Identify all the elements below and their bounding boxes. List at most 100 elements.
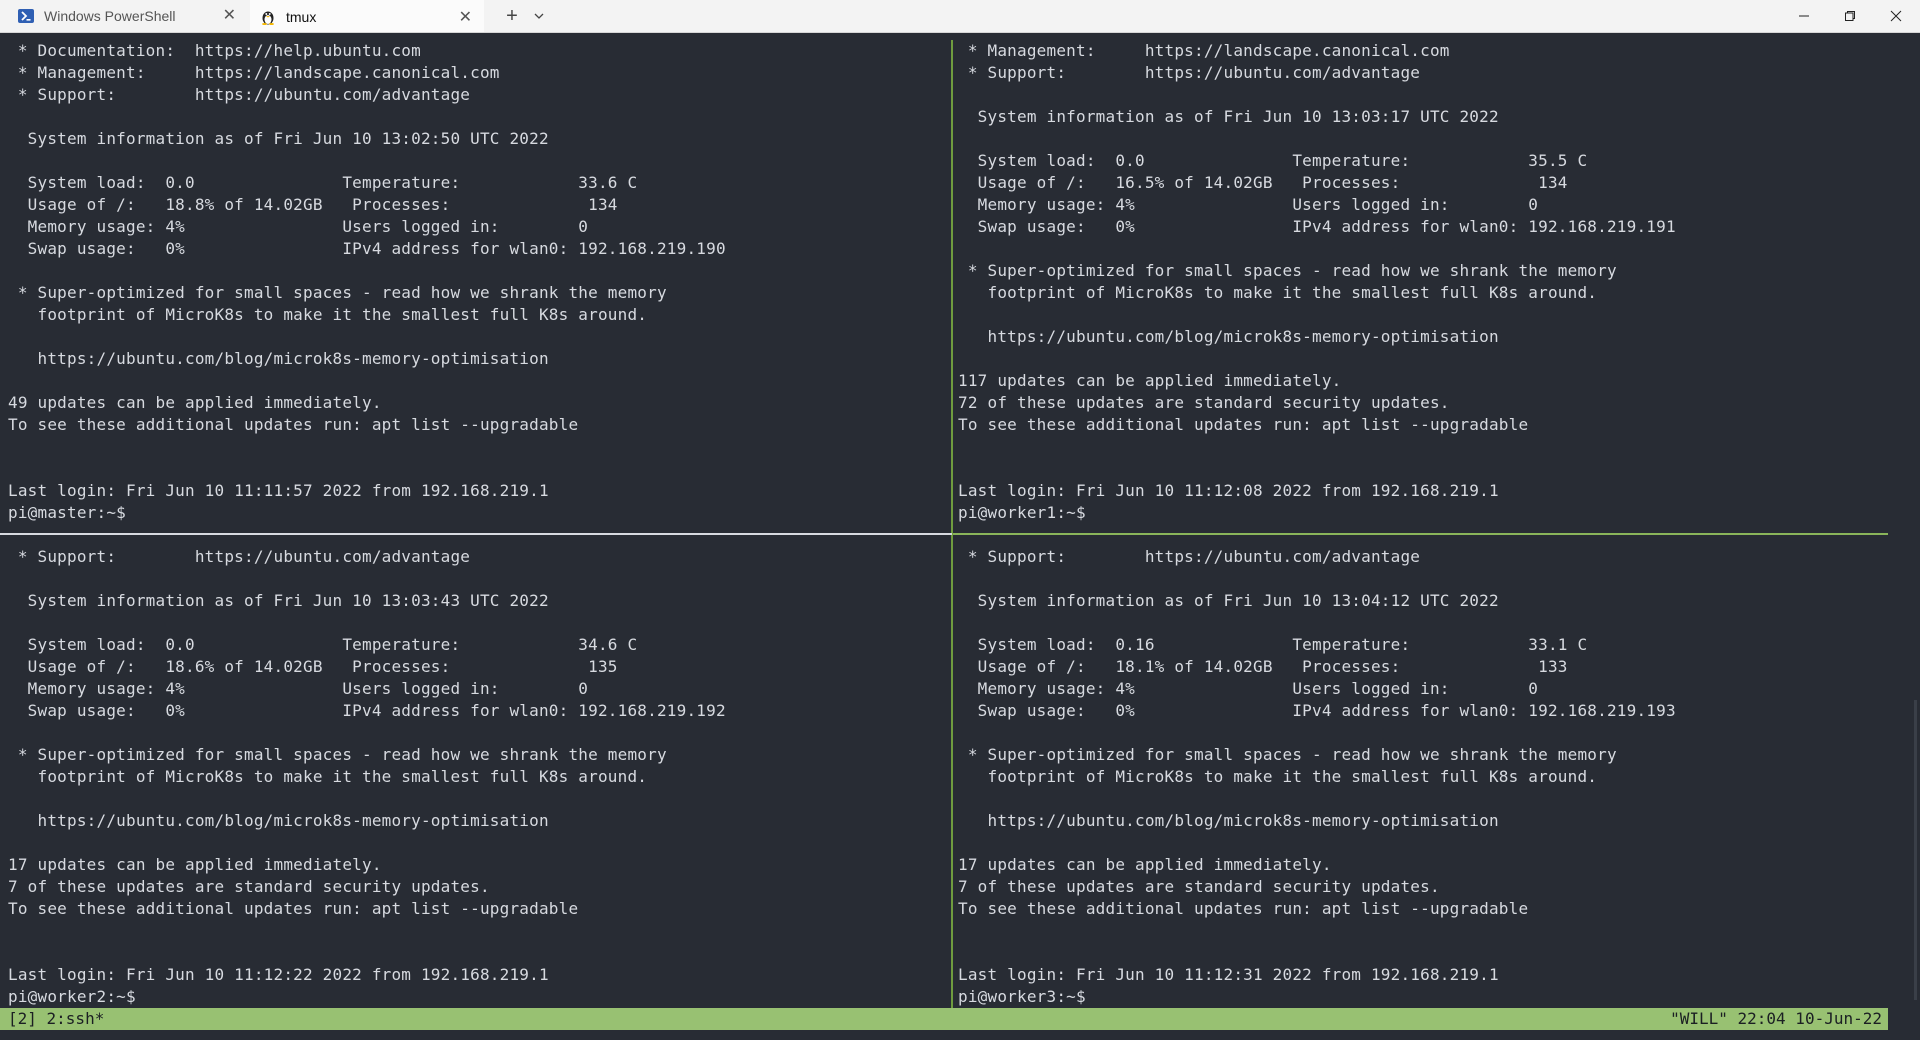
terminal-line: footprint of MicroK8s to make it the sma…	[8, 305, 648, 324]
terminal-line: footprint of MicroK8s to make it the sma…	[958, 283, 1598, 302]
powershell-icon	[18, 8, 34, 24]
terminal-line: 49 updates can be applied immediately.	[8, 393, 382, 412]
terminal-line: Swap usage: 0% IPv4 address for wlan0: 1…	[958, 217, 1676, 236]
tab-tmux[interactable]: tmux ✕	[250, 0, 484, 32]
tab-label: tmux	[286, 9, 317, 25]
terminal-line: 72 of these updates are standard securit…	[958, 393, 1450, 412]
terminal-line: Swap usage: 0% IPv4 address for wlan0: 1…	[958, 701, 1676, 720]
terminal-line: * Super-optimized for small spaces - rea…	[958, 261, 1617, 280]
terminal-line: Usage of /: 18.8% of 14.02GB Processes: …	[8, 195, 618, 214]
terminal-line: pi@worker2:~$	[8, 987, 136, 1006]
terminal-line: 117 updates can be applied immediately.	[958, 371, 1342, 390]
terminal-line: Last login: Fri Jun 10 11:12:08 2022 fro…	[958, 481, 1499, 500]
tab-label: Windows PowerShell	[44, 8, 176, 24]
scrollbar[interactable]	[1914, 700, 1917, 1000]
terminal-line: Swap usage: 0% IPv4 address for wlan0: 1…	[8, 239, 726, 258]
terminal-line: 17 updates can be applied immediately.	[958, 855, 1332, 874]
status-host-clock: "WILL" 22:04 10-Jun-22	[1670, 1009, 1882, 1028]
terminal-line: Last login: Fri Jun 10 11:11:57 2022 fro…	[8, 481, 549, 500]
terminal-line: To see these additional updates run: apt…	[8, 899, 579, 918]
tmux-status-bar: [2] 2:ssh* "WILL" 22:04 10-Jun-22	[0, 1008, 1888, 1030]
tmux-pane-worker2[interactable]: * Support: https://ubuntu.com/advantage …	[8, 546, 948, 1006]
terminal-line: https://ubuntu.com/blog/microk8s-memory-…	[958, 327, 1499, 346]
terminal-line: pi@worker1:~$	[958, 503, 1086, 522]
terminal-line: * Support: https://ubuntu.com/advantage	[958, 547, 1421, 566]
terminal-line: footprint of MicroK8s to make it the sma…	[958, 767, 1598, 786]
terminal-line: Usage of /: 16.5% of 14.02GB Processes: …	[958, 173, 1568, 192]
minimize-button[interactable]	[1781, 0, 1827, 32]
terminal-line: System load: 0.0 Temperature: 33.6 C	[8, 173, 638, 192]
terminal-line: https://ubuntu.com/blog/microk8s-memory-…	[8, 811, 549, 830]
terminal-line: * Super-optimized for small spaces - rea…	[8, 283, 667, 302]
minimize-icon	[1799, 15, 1809, 17]
pane-divider-vertical[interactable]	[951, 40, 953, 1008]
tab-windows-powershell[interactable]: Windows PowerShell ✕	[0, 0, 248, 32]
terminal-line: https://ubuntu.com/blog/microk8s-memory-…	[8, 349, 549, 368]
tmux-pane-worker1[interactable]: * Management: https://landscape.canonica…	[958, 40, 1888, 526]
terminal-line: pi@worker3:~$	[958, 987, 1086, 1006]
terminal-line: Memory usage: 4% Users logged in: 0	[8, 217, 589, 236]
terminal-line: 17 updates can be applied immediately.	[8, 855, 382, 874]
terminal-line: * Documentation: https://help.ubuntu.com	[8, 41, 421, 60]
title-bar: Windows PowerShell ✕ tmux ✕ +	[0, 0, 1920, 33]
terminal-line: System information as of Fri Jun 10 13:0…	[8, 129, 549, 148]
close-tab-icon[interactable]: ✕	[459, 10, 472, 26]
terminal-line: pi@master:~$	[8, 503, 126, 522]
terminal-line: * Support: https://ubuntu.com/advantage	[8, 547, 471, 566]
close-window-button[interactable]	[1873, 0, 1919, 32]
maximize-button[interactable]	[1827, 0, 1873, 32]
close-icon	[1890, 10, 1902, 22]
terminal-line: * Super-optimized for small spaces - rea…	[8, 745, 667, 764]
terminal-line: Memory usage: 4% Users logged in: 0	[8, 679, 589, 698]
terminal-line: Last login: Fri Jun 10 11:12:31 2022 fro…	[958, 965, 1499, 984]
restore-icon	[1845, 11, 1855, 21]
chevron-down-icon[interactable]	[530, 6, 548, 26]
new-tab-button[interactable]: +	[500, 4, 524, 28]
terminal-line: Memory usage: 4% Users logged in: 0	[958, 679, 1539, 698]
tmux-pane-worker3[interactable]: * Support: https://ubuntu.com/advantage …	[958, 546, 1888, 1006]
terminal-line: System load: 0.0 Temperature: 35.5 C	[958, 151, 1588, 170]
terminal-line: To see these additional updates run: apt…	[8, 415, 579, 434]
terminal-line: To see these additional updates run: apt…	[958, 899, 1529, 918]
status-session-window: [2] 2:ssh*	[8, 1009, 105, 1028]
terminal-line: 7 of these updates are standard security…	[8, 877, 490, 896]
linux-penguin-icon	[260, 9, 276, 25]
terminal-line: Memory usage: 4% Users logged in: 0	[958, 195, 1539, 214]
pane-divider-horizontal-right-active[interactable]	[953, 533, 1888, 535]
terminal-line: System information as of Fri Jun 10 13:0…	[958, 591, 1499, 610]
pane-divider-horizontal-left[interactable]	[0, 533, 952, 535]
terminal-line: * Support: https://ubuntu.com/advantage	[8, 85, 471, 104]
close-tab-icon[interactable]: ✕	[223, 8, 236, 24]
terminal-line: System information as of Fri Jun 10 13:0…	[8, 591, 549, 610]
terminal-line: System load: 0.0 Temperature: 34.6 C	[8, 635, 638, 654]
terminal-line: * Support: https://ubuntu.com/advantage	[958, 63, 1421, 82]
terminal-line: * Management: https://landscape.canonica…	[958, 41, 1450, 60]
terminal-line: Last login: Fri Jun 10 11:12:22 2022 fro…	[8, 965, 549, 984]
terminal-line: * Management: https://landscape.canonica…	[8, 63, 500, 82]
tmux-pane-master[interactable]: * Documentation: https://help.ubuntu.com…	[8, 40, 948, 526]
terminal-line: Usage of /: 18.6% of 14.02GB Processes: …	[8, 657, 618, 676]
terminal-line: https://ubuntu.com/blog/microk8s-memory-…	[958, 811, 1499, 830]
terminal-line: Usage of /: 18.1% of 14.02GB Processes: …	[958, 657, 1568, 676]
